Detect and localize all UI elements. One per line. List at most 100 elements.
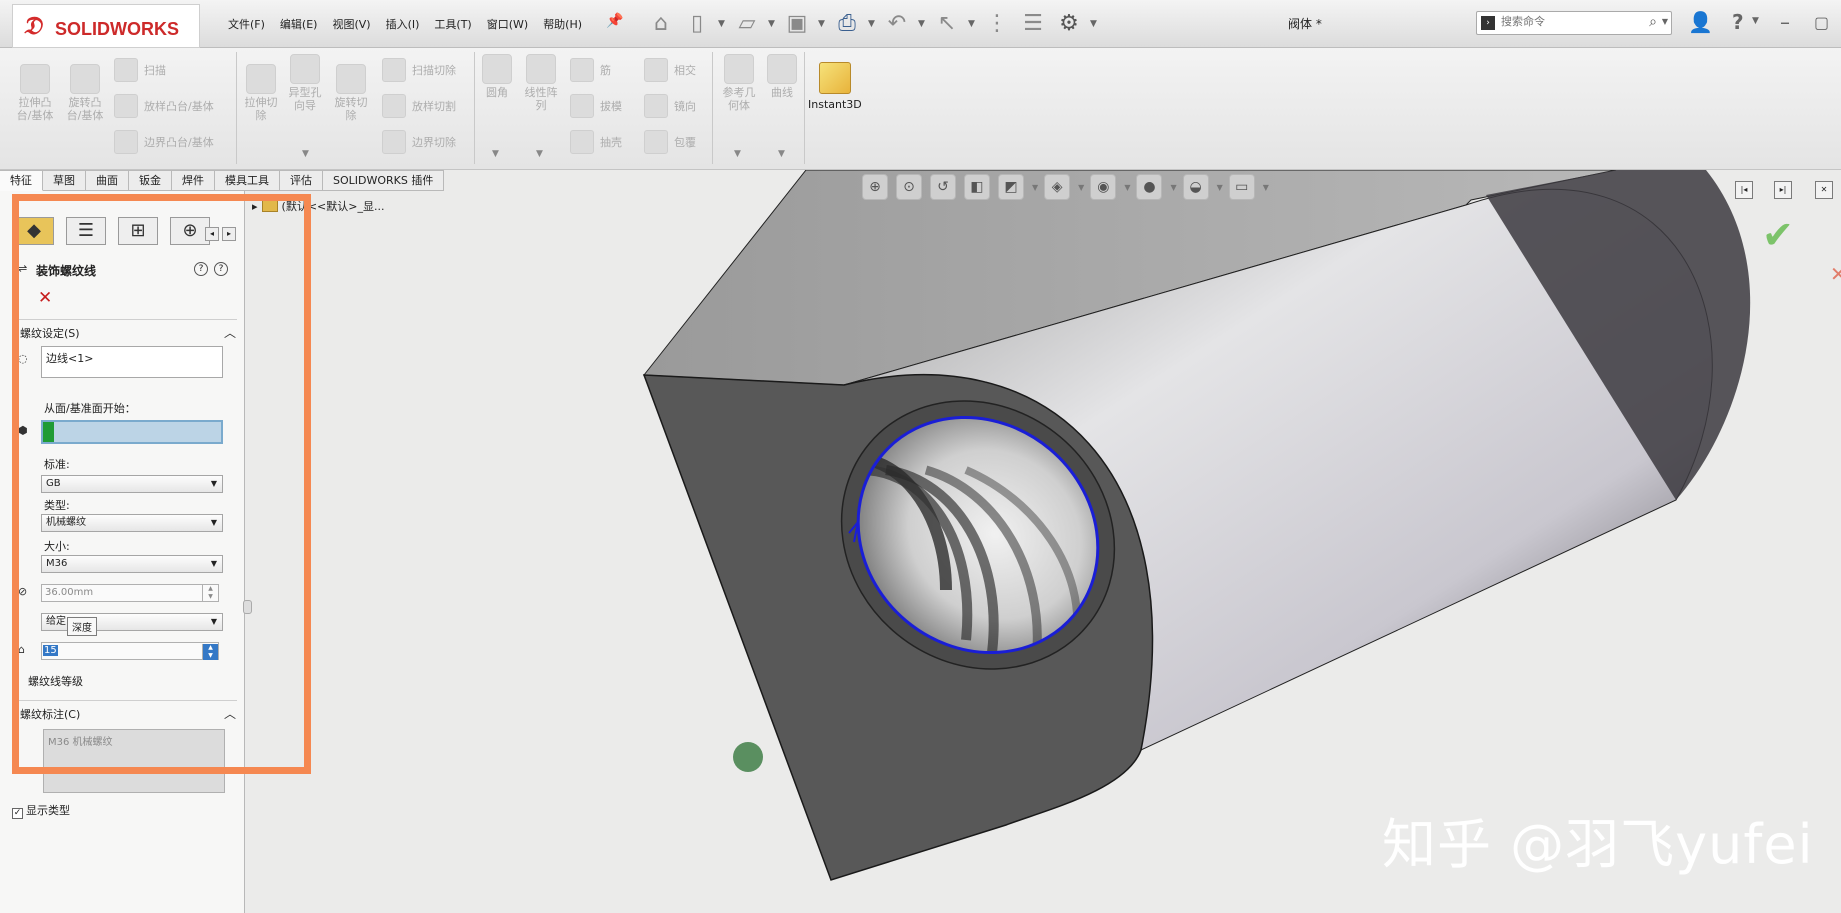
cancel-corner-icon[interactable]: ✕ xyxy=(1830,262,1841,302)
appearance-icon[interactable]: ● xyxy=(1136,174,1163,200)
search-input[interactable] xyxy=(1501,15,1641,28)
chevron-down-icon[interactable]: ▼ xyxy=(1124,183,1130,192)
close-pane-icon[interactable]: ✕ xyxy=(1815,181,1833,199)
loft-button[interactable]: 放样凸台/基体 xyxy=(114,94,214,118)
confirm-check-icon[interactable]: ✔ xyxy=(1762,213,1794,257)
extrude-cut-button[interactable]: 拉伸切 除 xyxy=(240,64,282,122)
hole-wizard-button[interactable]: 异型孔 向导 xyxy=(284,54,326,112)
menu-tools[interactable]: 工具(T) xyxy=(434,16,471,32)
chevron-down-icon[interactable]: ▼ xyxy=(1662,17,1668,26)
new-document-icon[interactable]: ▯ xyxy=(682,9,712,39)
gear-icon[interactable]: ⚙ xyxy=(1054,9,1084,39)
chevron-down-icon[interactable]: ▼ xyxy=(1078,183,1084,192)
draft-button[interactable]: 拔模 xyxy=(570,94,622,118)
chevron-down-icon[interactable]: ▼ xyxy=(778,149,785,159)
instant3d-button[interactable]: Instant3D xyxy=(808,62,862,111)
save-icon[interactable]: ▣ xyxy=(782,9,812,39)
tab-features[interactable]: 特征 xyxy=(0,170,43,191)
revolve-boss-button[interactable]: 旋转凸 台/基体 xyxy=(62,64,108,122)
help-icon[interactable]: ? xyxy=(1732,10,1744,34)
hide-show-icon[interactable]: ◉ xyxy=(1090,174,1117,200)
tab-weldments[interactable]: 焊件 xyxy=(172,170,215,191)
solidworks-logo[interactable]: 𝔇 SOLIDWORKS xyxy=(12,4,200,48)
menu-file[interactable]: 文件(F) xyxy=(228,16,265,32)
show-type-checkbox[interactable]: ✓ 显示类型 xyxy=(12,802,70,819)
title-bar: 𝔇 SOLIDWORKS 文件(F) 编辑(E) 视图(V) 插入(I) 工具(… xyxy=(0,0,1841,48)
menu-help[interactable]: 帮助(H) xyxy=(543,16,582,32)
wrap-button[interactable]: 包覆 xyxy=(644,130,696,154)
pin-icon[interactable]: 📌 xyxy=(606,13,623,29)
undo-icon[interactable]: ↶ xyxy=(882,9,912,39)
view-settings-icon[interactable]: ▭ xyxy=(1228,174,1255,200)
extrude-boss-button[interactable]: 拉伸凸 台/基体 xyxy=(12,64,58,122)
collapse-left-icon[interactable]: |◂ xyxy=(1735,181,1753,199)
tab-sketch[interactable]: 草图 xyxy=(43,170,86,191)
search-icon[interactable]: ⌕ xyxy=(1649,14,1657,30)
chevron-down-icon[interactable]: ▼ xyxy=(768,19,778,29)
linear-pattern-button[interactable]: 线性阵 列 xyxy=(520,54,562,112)
expand-right-icon[interactable]: ▸| xyxy=(1774,181,1792,199)
tab-sheet-metal[interactable]: 钣金 xyxy=(129,170,172,191)
section-view-icon[interactable]: ◧ xyxy=(964,174,990,200)
home-icon[interactable]: ⌂ xyxy=(646,9,676,39)
restore-icon[interactable]: ▢ xyxy=(1814,13,1829,32)
chevron-down-icon[interactable]: ▼ xyxy=(1263,183,1269,192)
checkbox-checked-icon[interactable]: ✓ xyxy=(12,808,23,819)
sweep-icon xyxy=(114,58,138,82)
boundary-icon xyxy=(114,130,138,154)
boundary-boss-button[interactable]: 边界凸台/基体 xyxy=(114,130,214,154)
swept-cut-button[interactable]: 扫描切除 xyxy=(382,58,456,82)
lofted-cut-button[interactable]: 放样切割 xyxy=(382,94,456,118)
tab-surfaces[interactable]: 曲面 xyxy=(86,170,129,191)
instant3d-icon xyxy=(818,62,851,94)
chevron-down-icon[interactable]: ▼ xyxy=(1217,183,1223,192)
zoom-area-icon[interactable]: ⊙ xyxy=(896,174,922,200)
display-style-icon[interactable]: ◈ xyxy=(1044,174,1071,200)
view-orientation-icon[interactable]: ◩ xyxy=(998,174,1024,200)
rib-button[interactable]: 筋 xyxy=(570,58,611,82)
chevron-down-icon[interactable]: ▼ xyxy=(1032,183,1038,192)
revolve-cut-button[interactable]: 旋转切 除 xyxy=(330,64,372,122)
mirror-button[interactable]: 镜向 xyxy=(644,94,696,118)
shell-icon xyxy=(570,130,594,154)
sweep-button[interactable]: 扫描 xyxy=(114,58,166,82)
heads-up-view-toolbar: ⊕ ⊙ ↺ ◧ ◩ ▼ ◈ ▼ ◉ ▼ ● ▼ ◒ ▼ ▭ ▼ xyxy=(862,174,1275,200)
minimize-icon[interactable]: – xyxy=(1780,10,1790,34)
linear-pattern-icon xyxy=(526,54,556,84)
menu-insert[interactable]: 插入(I) xyxy=(386,16,420,32)
menu-window[interactable]: 窗口(W) xyxy=(487,16,528,32)
menu-edit[interactable]: 编辑(E) xyxy=(280,16,318,32)
previous-view-icon[interactable]: ↺ xyxy=(930,174,956,200)
chevron-down-icon[interactable]: ▼ xyxy=(734,149,741,159)
highlight-box xyxy=(12,194,311,774)
traffic-light-icon[interactable]: ⋮ xyxy=(982,9,1012,39)
print-icon[interactable]: ⎙ xyxy=(832,9,862,39)
chevron-down-icon[interactable]: ▼ xyxy=(918,19,928,29)
chevron-down-icon[interactable]: ▼ xyxy=(302,149,309,159)
shell-button[interactable]: 抽壳 xyxy=(570,130,622,154)
chevron-down-icon[interactable]: ▼ xyxy=(718,19,728,29)
chevron-down-icon[interactable]: ▼ xyxy=(968,19,978,29)
boundary-cut-button[interactable]: 边界切除 xyxy=(382,130,456,154)
search-commands[interactable]: › ⌕ ▼ xyxy=(1476,11,1672,35)
fillet-button[interactable]: 圆角 xyxy=(480,54,514,99)
select-arrow-icon[interactable]: ↖ xyxy=(932,9,962,39)
chevron-down-icon[interactable]: ▼ xyxy=(1090,19,1100,29)
chevron-down-icon[interactable]: ▼ xyxy=(868,19,878,29)
chevron-down-icon[interactable]: ▼ xyxy=(1170,183,1176,192)
reference-geometry-button[interactable]: 参考几 何体 xyxy=(718,54,760,112)
intersect-button[interactable]: 相交 xyxy=(644,58,696,82)
file-properties-icon[interactable]: ☰ xyxy=(1018,9,1048,39)
chevron-down-icon[interactable]: ▼ xyxy=(818,19,828,29)
chevron-down-icon[interactable]: ▼ xyxy=(1752,16,1759,26)
rib-icon xyxy=(570,58,594,82)
scene-icon[interactable]: ◒ xyxy=(1182,174,1209,200)
chevron-down-icon[interactable]: ▼ xyxy=(492,149,499,159)
chevron-down-icon[interactable]: ▼ xyxy=(536,149,543,159)
menu-view[interactable]: 视图(V) xyxy=(332,16,370,32)
zoom-to-fit-icon[interactable]: ⊕ xyxy=(862,174,888,200)
watermark: 知乎 @羽飞yufei xyxy=(1382,813,1814,876)
curves-button[interactable]: 曲线 xyxy=(764,54,800,99)
open-folder-icon[interactable]: ▱ xyxy=(732,9,762,39)
user-icon[interactable]: 👤 xyxy=(1688,10,1713,34)
